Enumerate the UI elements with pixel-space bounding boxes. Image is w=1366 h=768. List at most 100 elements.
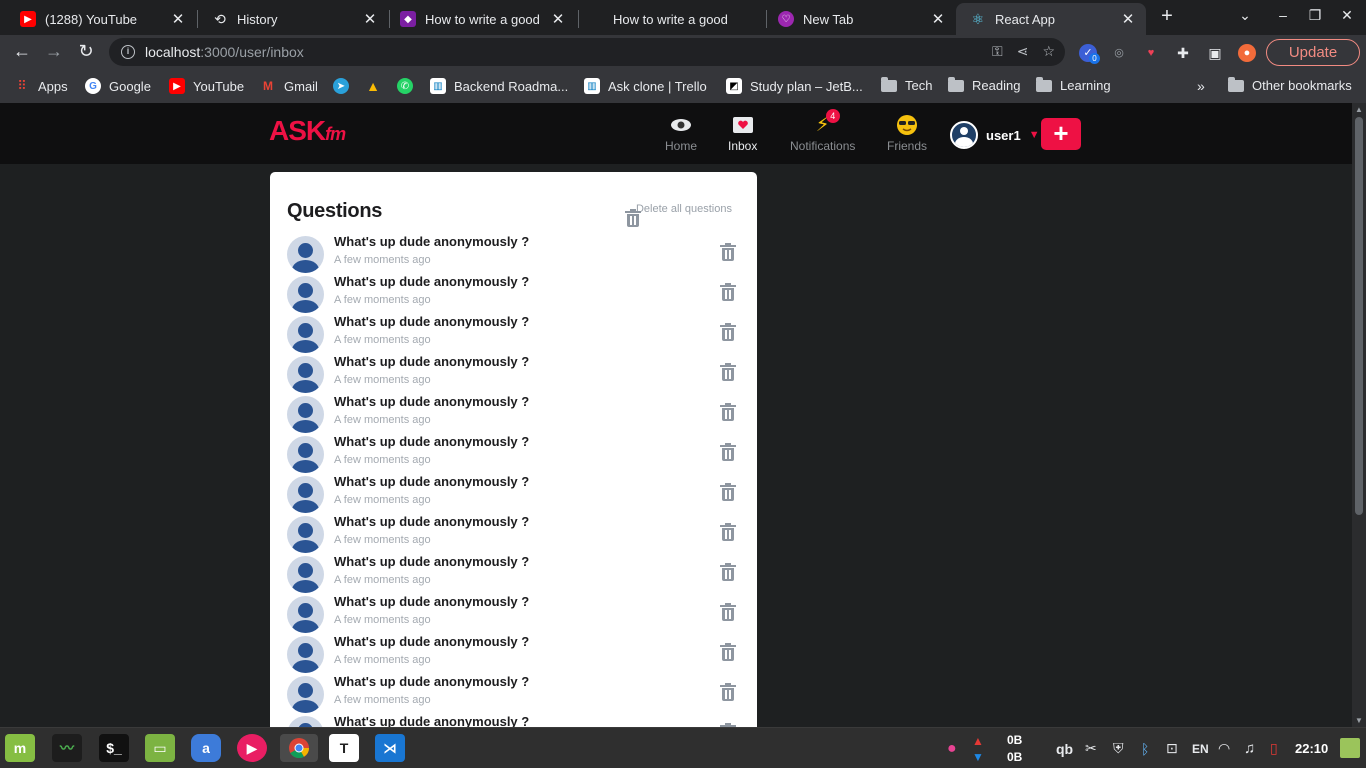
shield-icon[interactable]: ⛨ bbox=[1113, 728, 1124, 768]
close-tab-icon[interactable]: ✕ bbox=[550, 10, 566, 28]
question-text[interactable]: What's up dude anonymously ? bbox=[334, 314, 529, 329]
forward-button[interactable]: → bbox=[43, 41, 65, 62]
question-text[interactable]: What's up dude anonymously ? bbox=[334, 234, 529, 249]
extension-mask-icon[interactable]: ◎ bbox=[1110, 44, 1128, 62]
bookmark-google[interactable]: G Google bbox=[85, 78, 151, 94]
question-text[interactable]: What's up dude anonymously ? bbox=[334, 474, 529, 489]
tab-how-to-write-1[interactable]: ◆ How to write a good ✕ bbox=[386, 3, 576, 35]
chrome-icon[interactable] bbox=[280, 734, 318, 762]
question-text[interactable]: What's up dude anonymously ? bbox=[334, 514, 529, 529]
nav-inbox[interactable]: Inbox bbox=[728, 111, 757, 153]
back-button[interactable]: ← bbox=[11, 41, 33, 62]
question-text[interactable]: What's up dude anonymously ? bbox=[334, 674, 529, 689]
close-tab-icon[interactable]: ✕ bbox=[930, 10, 946, 28]
clock[interactable]: 22:10 bbox=[1295, 741, 1328, 756]
question-row[interactable]: What's up dude anonymously ?A few moment… bbox=[287, 354, 742, 394]
keyboard-layout[interactable]: EN bbox=[1192, 728, 1209, 768]
close-tab-icon[interactable]: ✕ bbox=[170, 10, 186, 28]
files-icon[interactable]: ▭ bbox=[145, 734, 175, 762]
key-icon[interactable]: ⚿ bbox=[992, 43, 1003, 60]
update-button[interactable]: Update bbox=[1266, 39, 1360, 66]
question-text[interactable]: What's up dude anonymously ? bbox=[334, 634, 529, 649]
show-desktop-button[interactable] bbox=[1340, 738, 1360, 758]
question-row[interactable]: What's up dude anonymously ?A few moment… bbox=[287, 554, 742, 594]
bookmark-youtube[interactable]: ▶ YouTube bbox=[169, 78, 244, 94]
restore-button[interactable]: ❐ bbox=[1305, 7, 1325, 24]
minimize-button[interactable]: – bbox=[1273, 7, 1293, 23]
bookmark-gmail[interactable]: M Gmail bbox=[260, 78, 318, 94]
bookmark-ask-clone-trello[interactable]: ▥ Ask clone | Trello bbox=[584, 78, 707, 94]
close-tab-icon[interactable]: ✕ bbox=[1120, 10, 1136, 28]
bookmark-apps[interactable]: ⠿ Apps bbox=[14, 78, 67, 94]
tab-search-icon[interactable]: ⌄ bbox=[1235, 7, 1255, 24]
tab-history[interactable]: ⟲ History ✕ bbox=[198, 3, 388, 35]
question-row[interactable]: What's up dude anonymously ?A few moment… bbox=[287, 594, 742, 634]
bookmark-backend-roadmap[interactable]: ▥ Backend Roadma... bbox=[430, 78, 568, 94]
question-row[interactable]: What's up dude anonymously ?A few moment… bbox=[287, 314, 742, 354]
question-text[interactable]: What's up dude anonymously ? bbox=[334, 274, 529, 289]
mint-menu-icon[interactable]: m bbox=[5, 734, 35, 762]
askfm-logo[interactable]: ASKfm bbox=[269, 115, 346, 147]
qbittorrent-icon[interactable]: qb bbox=[1056, 728, 1073, 768]
tab-new-tab[interactable]: ♡ New Tab ✕ bbox=[764, 3, 956, 35]
bookmark-folder-tech[interactable]: Tech bbox=[881, 76, 932, 93]
user-menu[interactable]: user1 ▼ bbox=[950, 121, 1040, 149]
battery-icon[interactable]: ▯ bbox=[1270, 728, 1278, 768]
scroll-thumb[interactable] bbox=[1355, 117, 1363, 515]
question-row[interactable]: What's up dude anonymously ?A few moment… bbox=[287, 274, 742, 314]
bookmark-telegram[interactable]: ➤ bbox=[333, 78, 357, 94]
question-text[interactable]: What's up dude anonymously ? bbox=[334, 714, 529, 727]
question-row[interactable]: What's up dude anonymously ?A few moment… bbox=[287, 514, 742, 554]
bookmark-whatsapp[interactable]: ✆ bbox=[397, 78, 421, 94]
delete-all-button[interactable]: Delete all questions bbox=[624, 203, 732, 227]
app-a-icon[interactable]: a bbox=[191, 734, 221, 762]
question-text[interactable]: What's up dude anonymously ? bbox=[334, 434, 529, 449]
nav-friends[interactable]: Friends bbox=[887, 111, 927, 153]
question-row[interactable]: What's up dude anonymously ?A few moment… bbox=[287, 394, 742, 434]
question-row[interactable]: What's up dude anonymously ?A few moment… bbox=[287, 714, 742, 727]
question-text[interactable]: What's up dude anonymously ? bbox=[334, 554, 529, 569]
reload-button[interactable]: ↻ bbox=[75, 41, 97, 62]
question-row[interactable]: What's up dude anonymously ?A few moment… bbox=[287, 634, 742, 674]
side-panel-icon[interactable]: ▣ bbox=[1206, 44, 1224, 62]
page-scrollbar[interactable]: ▲ ▼ bbox=[1352, 103, 1366, 727]
tab-youtube[interactable]: ▶ (1288) YouTube ✕ bbox=[6, 3, 196, 35]
profile-avatar-icon[interactable]: ● bbox=[1238, 44, 1256, 62]
question-text[interactable]: What's up dude anonymously ? bbox=[334, 354, 529, 369]
extensions-puzzle-icon[interactable]: ✚ bbox=[1174, 44, 1192, 62]
close-tab-icon[interactable]: ✕ bbox=[362, 10, 378, 28]
system-monitor-icon[interactable]: 〰 bbox=[52, 734, 82, 762]
question-row[interactable]: What's up dude anonymously ?A few moment… bbox=[287, 474, 742, 514]
scroll-down-icon[interactable]: ▼ bbox=[1355, 716, 1363, 725]
bookmark-folder-reading[interactable]: Reading bbox=[948, 76, 1020, 93]
question-text[interactable]: What's up dude anonymously ? bbox=[334, 394, 529, 409]
tab-how-to-write-2[interactable]: How to write a good bbox=[576, 3, 766, 35]
wifi-icon[interactable]: ◠ bbox=[1218, 728, 1230, 768]
bookmark-folder-learning[interactable]: Learning bbox=[1036, 76, 1111, 93]
screenshot-icon[interactable]: ⊡ bbox=[1166, 728, 1178, 768]
media-player-icon[interactable]: ▶ bbox=[237, 734, 267, 762]
share-icon[interactable]: ⋖ bbox=[1017, 43, 1029, 60]
pocket-icon[interactable]: ♥ bbox=[1142, 44, 1160, 62]
bookmark-other-bookmarks[interactable]: Other bookmarks bbox=[1228, 76, 1352, 93]
vscode-icon[interactable]: ⋊ bbox=[375, 734, 405, 762]
nav-notifications[interactable]: ⚡ 4 Notifications bbox=[790, 109, 855, 153]
scroll-up-icon[interactable]: ▲ bbox=[1355, 105, 1363, 114]
bookmark-study-plan[interactable]: ◩ Study plan – JetB... bbox=[726, 78, 863, 94]
new-tab-button[interactable]: + bbox=[1157, 5, 1177, 28]
tools-icon[interactable]: ✂ bbox=[1085, 728, 1097, 768]
site-info-icon[interactable]: i bbox=[121, 45, 135, 59]
bulb-icon[interactable]: ● bbox=[947, 728, 957, 768]
question-row[interactable]: What's up dude anonymously ?A few moment… bbox=[287, 434, 742, 474]
tab-react-app[interactable]: ⚛ React App ✕ bbox=[956, 3, 1146, 35]
bookmark-drive[interactable]: ▲ bbox=[365, 78, 389, 94]
bookmarks-overflow-button[interactable]: » bbox=[1197, 78, 1205, 94]
ask-question-button[interactable]: + bbox=[1041, 118, 1081, 150]
question-text[interactable]: What's up dude anonymously ? bbox=[334, 594, 529, 609]
bluetooth-icon[interactable]: ᛒ bbox=[1141, 728, 1149, 768]
sound-icon[interactable]: ♫ bbox=[1244, 728, 1255, 768]
question-row[interactable]: What's up dude anonymously ?A few moment… bbox=[287, 234, 742, 274]
close-window-button[interactable]: ✕ bbox=[1337, 7, 1357, 24]
nav-home[interactable]: Home bbox=[665, 111, 697, 153]
address-bar[interactable]: i localhost:3000/user/inbox ⚿ ⋖ ☆ bbox=[109, 38, 1065, 66]
